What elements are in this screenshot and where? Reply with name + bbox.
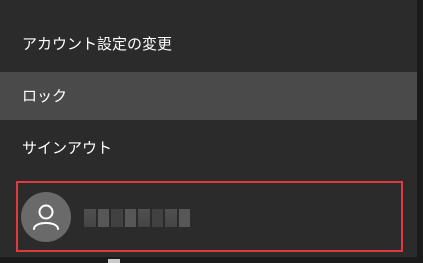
user-avatar[interactable]	[21, 192, 71, 242]
taskbar-indicator	[108, 259, 120, 263]
user-name-obscured	[84, 209, 190, 227]
sign-out-item[interactable]: サインアウト	[0, 124, 417, 172]
person-icon	[33, 204, 59, 230]
account-menu: アカウント設定の変更 ロック サインアウト	[0, 0, 417, 263]
account-flyout: アカウント設定の変更 ロック サインアウト	[0, 0, 423, 263]
lock-item[interactable]: ロック	[0, 72, 417, 120]
change-account-settings-item[interactable]: アカウント設定の変更	[0, 20, 417, 68]
right-edge	[417, 0, 423, 263]
taskbar-edge	[0, 257, 417, 263]
